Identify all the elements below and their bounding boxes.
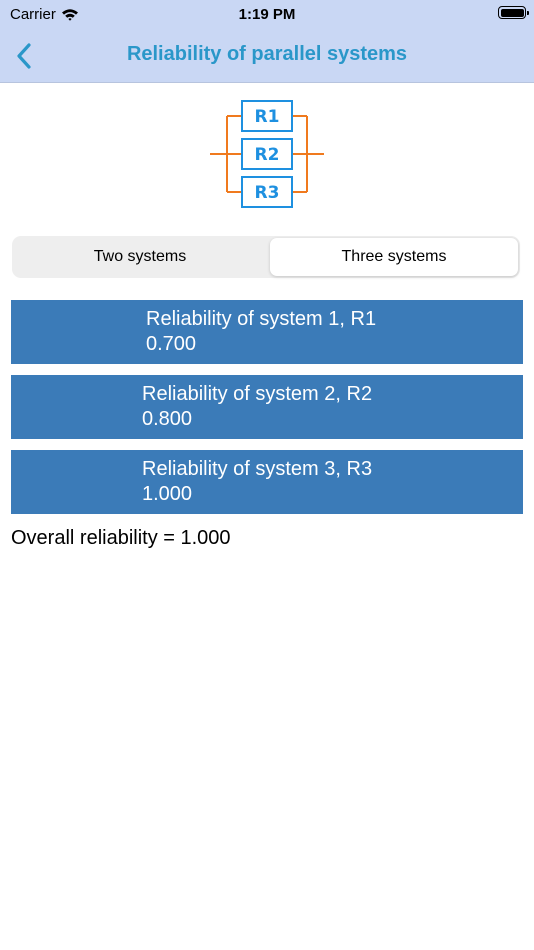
systems-segmented-control: Two systems Three systems (12, 236, 520, 278)
battery-cap (527, 10, 529, 15)
r1-label: R1 (255, 107, 280, 127)
navigation-bar: Reliability of parallel systems (0, 30, 534, 83)
battery-fill (500, 8, 524, 17)
tab-three-systems[interactable]: Three systems (270, 238, 518, 276)
status-time: 1:19 PM (238, 6, 296, 23)
status-bar: Carrier 1:19 PM (0, 0, 534, 30)
system-2-button[interactable]: Reliability of system 2, R2 0.800 (11, 375, 523, 439)
system-3-value: 1.000 (142, 483, 193, 505)
tab-two-systems[interactable]: Two systems (14, 238, 266, 276)
system-2-label: Reliability of system 2, R2 (142, 383, 373, 405)
system-1-button[interactable]: Reliability of system 1, R1 0.700 (11, 300, 523, 364)
r3-label: R3 (255, 183, 280, 203)
system-2-value: 0.800 (142, 408, 193, 430)
parallel-system-diagram: R1 R2 R3 (210, 100, 324, 208)
system-1-value: 0.700 (146, 333, 197, 355)
battery-icon (498, 6, 529, 19)
system-1-label: Reliability of system 1, R1 (146, 308, 377, 330)
system-3-button[interactable]: Reliability of system 3, R3 1.000 (11, 450, 523, 514)
page-title: Reliability of parallel systems (126, 43, 408, 65)
overall-reliability: Overall reliability = 1.000 (11, 527, 231, 549)
system-3-label: Reliability of system 3, R3 (142, 458, 373, 480)
r2-label: R2 (255, 145, 280, 165)
